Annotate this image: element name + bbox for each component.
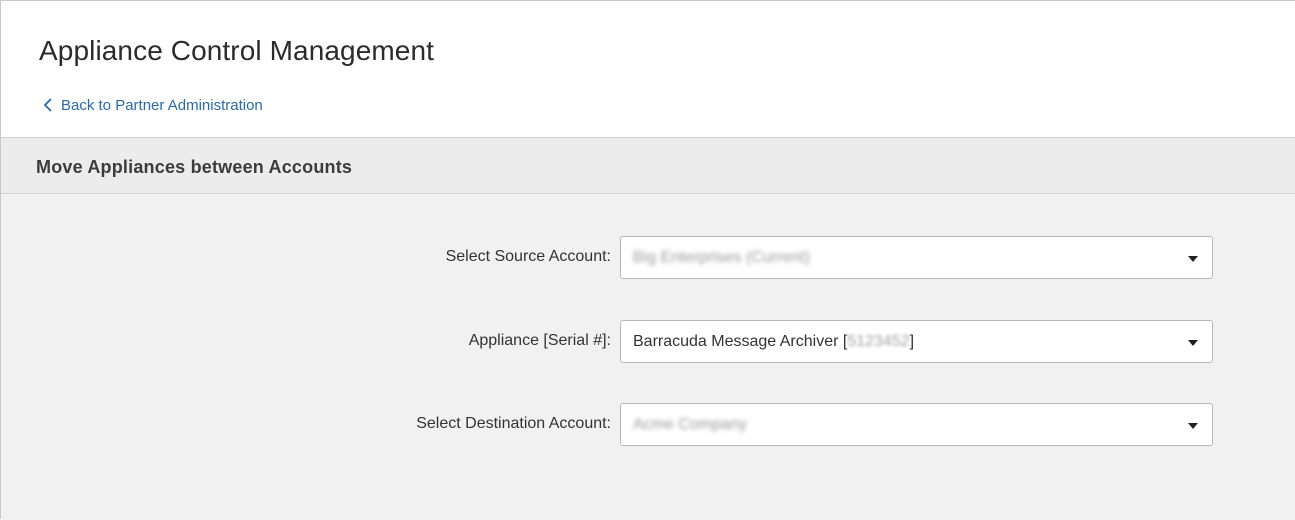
chevron-left-icon bbox=[43, 98, 52, 112]
source-account-select[interactable]: Big Enterprises (Current) bbox=[620, 236, 1213, 279]
destination-account-value: Acme Company bbox=[633, 416, 747, 433]
page-frame: Appliance Control Management Back to Par… bbox=[0, 0, 1295, 520]
page-header: Appliance Control Management Back to Par… bbox=[1, 1, 1295, 138]
source-account-row: Select Source Account: Big Enterprises (… bbox=[1, 236, 1295, 280]
appliance-value-suffix: ] bbox=[909, 333, 915, 350]
caret-down-icon bbox=[1188, 423, 1198, 429]
appliance-label: Appliance [Serial #]: bbox=[468, 332, 611, 349]
destination-account-label: Select Destination Account: bbox=[416, 415, 611, 432]
appliance-value: Barracuda Message Archiver [5123452] bbox=[633, 333, 914, 351]
section-header: Move Appliances between Accounts bbox=[1, 138, 1295, 194]
back-link-label: Back to Partner Administration bbox=[61, 96, 263, 114]
appliance-select[interactable]: Barracuda Message Archiver [5123452] bbox=[620, 320, 1213, 363]
page-title: Appliance Control Management bbox=[39, 35, 435, 66]
appliance-value-prefix: Barracuda Message Archiver [ bbox=[633, 333, 848, 350]
caret-down-icon bbox=[1188, 340, 1198, 346]
destination-account-row: Select Destination Account: Acme Company bbox=[1, 403, 1295, 447]
move-appliances-panel: Move Appliances between Accounts Select … bbox=[1, 138, 1295, 520]
appliance-serial-redacted: 5123452 bbox=[847, 333, 910, 350]
appliance-row: Appliance [Serial #]: Barracuda Message … bbox=[1, 320, 1295, 364]
section-title: Move Appliances between Accounts bbox=[36, 157, 353, 177]
destination-account-select[interactable]: Acme Company bbox=[620, 403, 1213, 446]
source-account-label: Select Source Account: bbox=[445, 248, 611, 265]
caret-down-icon bbox=[1188, 256, 1198, 262]
source-account-value: Big Enterprises (Current) bbox=[633, 249, 810, 266]
back-to-partner-admin-link[interactable]: Back to Partner Administration bbox=[41, 96, 263, 114]
